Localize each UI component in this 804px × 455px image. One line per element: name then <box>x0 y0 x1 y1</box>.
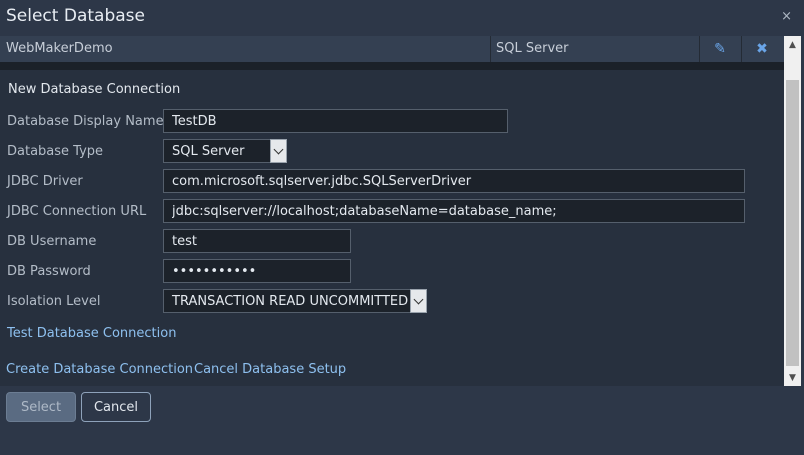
create-connection-link[interactable]: Create Database Connection <box>6 362 193 377</box>
section-title: New Database Connection <box>8 82 181 97</box>
select-button[interactable]: Select <box>6 392 76 422</box>
database-list-row[interactable]: WebMakerDemo SQL Server ✎ ✖ <box>0 36 784 63</box>
jdbc-url-input[interactable] <box>163 199 745 223</box>
jdbc-driver-input[interactable] <box>163 169 745 193</box>
jdbc-url-label: JDBC Connection URL <box>7 204 147 219</box>
cancel-setup-link[interactable]: Cancel Database Setup <box>194 362 346 377</box>
cancel-button[interactable]: Cancel <box>81 392 151 422</box>
dialog-titlebar: Select Database × <box>0 0 804 36</box>
select-database-dialog: Select Database × WebMakerDemo SQL Serve… <box>0 0 804 455</box>
chevron-down-icon[interactable] <box>410 289 427 313</box>
close-icon[interactable]: × <box>781 9 792 24</box>
edit-database-button[interactable]: ✎ <box>700 36 740 62</box>
dialog-content: WebMakerDemo SQL Server ✎ ✖ New Database… <box>0 36 784 386</box>
pencil-icon: ✎ <box>714 41 726 57</box>
isolation-level-value: TRANSACTION READ UNCOMMITTED <box>172 294 409 309</box>
password-label: DB Password <box>7 264 91 279</box>
vertical-scrollbar[interactable]: ▲ ▼ <box>784 36 801 386</box>
chevron-down-icon[interactable] <box>270 139 287 163</box>
delete-icon: ✖ <box>756 41 768 57</box>
database-type-value: SQL Server <box>172 144 245 159</box>
display-name-label: Database Display Name <box>7 114 164 129</box>
username-label: DB Username <box>7 234 97 249</box>
jdbc-driver-label: JDBC Driver <box>7 174 83 189</box>
database-type-select[interactable]: SQL Server <box>163 139 287 163</box>
isolation-level-label: Isolation Level <box>7 294 101 309</box>
dialog-title: Select Database <box>6 6 145 26</box>
scroll-thumb[interactable] <box>786 80 799 366</box>
username-input[interactable] <box>163 229 351 253</box>
database-name: WebMakerDemo <box>6 41 113 56</box>
database-type: SQL Server <box>496 41 569 56</box>
display-name-input[interactable] <box>163 109 508 133</box>
password-input[interactable] <box>163 259 351 283</box>
scroll-down-icon[interactable]: ▼ <box>784 369 801 386</box>
delete-database-button[interactable]: ✖ <box>742 36 782 62</box>
isolation-level-select[interactable]: TRANSACTION READ UNCOMMITTED <box>163 289 427 313</box>
database-type-label: Database Type <box>7 144 104 159</box>
scroll-up-icon[interactable]: ▲ <box>784 36 801 53</box>
dialog-footer: Select Cancel <box>0 386 804 455</box>
test-connection-link[interactable]: Test Database Connection <box>7 326 176 341</box>
list-divider <box>0 62 784 70</box>
column-divider <box>490 36 491 62</box>
